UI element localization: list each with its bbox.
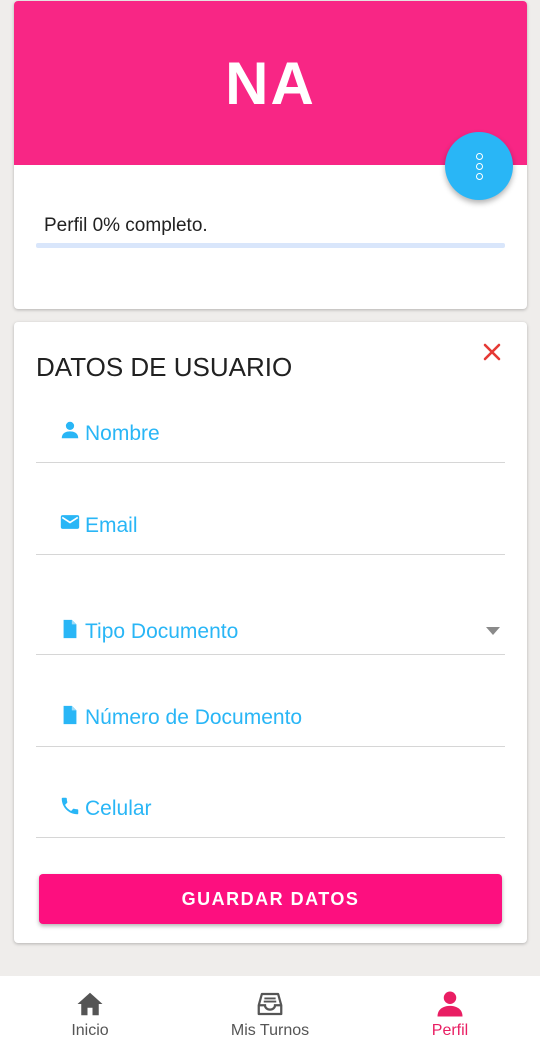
nav-label-mis-turnos: Mis Turnos bbox=[230, 1022, 310, 1039]
close-icon bbox=[483, 343, 501, 361]
more-options-button[interactable] bbox=[445, 132, 513, 200]
nav-label-perfil: Perfil bbox=[431, 1022, 469, 1039]
document-icon bbox=[63, 619, 77, 639]
mail-icon bbox=[60, 515, 80, 529]
nav-item-mis-turnos[interactable]: Mis Turnos bbox=[180, 976, 360, 1047]
celular-field[interactable]: Celular bbox=[36, 784, 505, 838]
nav-item-inicio[interactable]: Inicio bbox=[0, 976, 180, 1047]
celular-label: Celular bbox=[85, 797, 152, 820]
numero-documento-field[interactable]: Número de Documento bbox=[36, 693, 505, 747]
save-button[interactable]: GUARDAR DATOS bbox=[39, 874, 502, 924]
inbox-tray-icon bbox=[257, 992, 283, 1016]
email-field[interactable]: Email bbox=[36, 502, 505, 555]
numero-documento-label: Número de Documento bbox=[85, 706, 303, 729]
person-icon bbox=[61, 421, 79, 439]
avatar-initials: NA bbox=[225, 50, 316, 117]
profile-header: NA bbox=[14, 1, 527, 165]
tipo-documento-label: Tipo Documento bbox=[85, 620, 239, 643]
more-vertical-icon bbox=[475, 151, 483, 181]
nav-label-inicio: Inicio bbox=[71, 1022, 109, 1039]
bottom-navigation: Inicio Mis Turnos Perfil bbox=[0, 976, 540, 1047]
close-button[interactable] bbox=[480, 340, 504, 364]
profile-progress-text: Perfil 0% completo. bbox=[44, 215, 208, 236]
person-icon bbox=[437, 991, 463, 1017]
nav-item-perfil[interactable]: Perfil bbox=[360, 976, 540, 1047]
chevron-down-icon bbox=[486, 627, 500, 635]
document-icon bbox=[63, 705, 77, 725]
nombre-label: Nombre bbox=[85, 422, 160, 445]
user-data-card: DATOS DE USUARIO Nombre Email Tipo Docum… bbox=[14, 322, 527, 943]
tipo-documento-select[interactable]: Tipo Documento bbox=[36, 592, 505, 655]
email-label: Email bbox=[85, 514, 138, 537]
phone-icon bbox=[61, 797, 79, 815]
app-screen: NA Perfil 0% completo. DATOS DE USUARIO … bbox=[0, 0, 540, 1047]
form-title: DATOS DE USUARIO bbox=[36, 352, 293, 382]
home-icon bbox=[77, 992, 103, 1016]
profile-card: NA Perfil 0% completo. bbox=[14, 1, 527, 309]
profile-progress-bar bbox=[36, 243, 505, 248]
nombre-field[interactable]: Nombre bbox=[36, 410, 505, 463]
